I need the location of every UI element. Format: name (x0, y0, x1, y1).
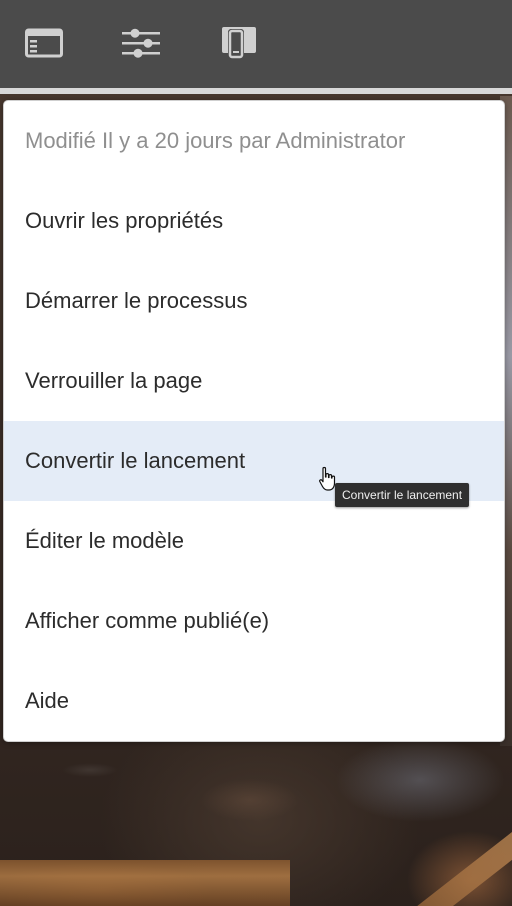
menu-item-view-as-published[interactable]: Afficher comme publié(e) (4, 581, 504, 661)
menu-item-edit-template[interactable]: Éditer le modèle (4, 501, 504, 581)
tooltip: Convertir le lancement (335, 483, 470, 507)
page-actions-menu: Modifié Il y a 20 jours par Administrato… (3, 100, 505, 742)
side-panel-icon (25, 28, 63, 58)
background-crate-edge (0, 860, 290, 906)
toolbar-divider (0, 88, 512, 94)
emulator-button[interactable] (216, 20, 262, 66)
page-properties-button[interactable] (118, 20, 164, 66)
emulator-devices-icon (220, 25, 258, 61)
top-toolbar (0, 0, 512, 88)
menu-item-open-properties[interactable]: Ouvrir les propriétés (4, 181, 504, 261)
menu-item-help[interactable]: Aide (4, 661, 504, 741)
menu-item-start-workflow[interactable]: Démarrer le processus (4, 261, 504, 341)
last-modified-info: Modifié Il y a 20 jours par Administrato… (25, 128, 406, 153)
menu-item-lock-page[interactable]: Verrouiller la page (4, 341, 504, 421)
side-panel-button[interactable] (21, 20, 67, 66)
properties-sliders-icon (121, 27, 161, 59)
